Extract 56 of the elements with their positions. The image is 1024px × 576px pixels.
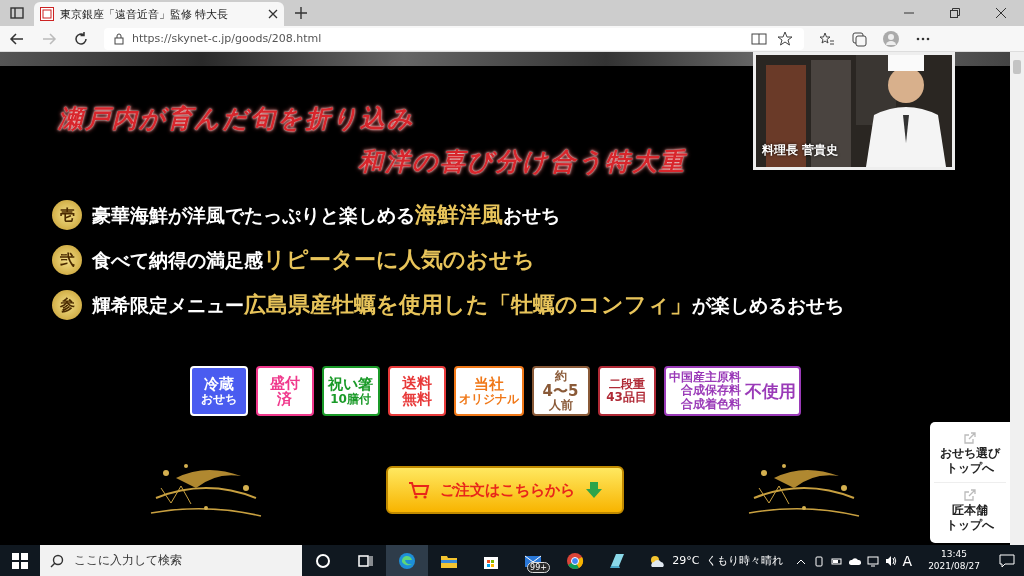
browser-tab[interactable]: 東京銀座「遠音近音」監修 特大長 [34,2,284,26]
feature-text: 豪華海鮮が洋風でたっぷりと楽しめる海鮮洋風おせち [92,200,560,229]
feature-badge: 祝い箸 10膳付 [321,366,380,416]
feature-text: 輝希限定メニュー広島県産牡蠣を使用した「牡蠣のコンフィ」が楽しめるおせち [92,290,844,319]
feature-badge: 約 4〜5 人前 [531,366,590,416]
feature-badge: 二段重 43品目 [597,366,656,416]
browser-icon[interactable] [398,551,416,570]
close-icon[interactable] [268,9,278,19]
favorites-icon[interactable] [819,30,835,47]
feature-badge: 盛付 済 [255,366,314,416]
feature-text: 食べて納得の満足感 リピーターに人気のおせち [92,245,535,274]
notification-count: 99+ [527,562,550,573]
speaker-icon[interactable] [884,554,897,567]
network-icon[interactable] [866,554,879,567]
side-link[interactable]: おせち選び トップへ [934,426,1006,483]
numeral-badge: 参 [52,290,82,320]
photo-caption: 料理長 菅貴史 [762,142,839,159]
cart-icon [407,481,430,499]
numeral-badge: 壱 [52,200,82,230]
clock[interactable]: 13:45 2021/08/27 [928,549,980,572]
down-arrow-icon [584,481,603,499]
external-link-icon [964,489,976,501]
chrome-icon[interactable] [566,551,584,570]
weather-text: くもり時々晴れ [705,553,783,568]
site-icon [40,7,54,21]
meet-icon[interactable] [812,554,825,567]
feature-badge: 冷蔵 おせち [189,366,248,416]
app-icon[interactable] [608,551,626,570]
scrollbar-thumb[interactable] [1013,60,1021,74]
close-icon[interactable] [996,8,1006,18]
collections-icon[interactable] [851,30,867,47]
tab-actions-icon[interactable] [10,7,24,19]
search-icon [50,553,64,568]
cortana-icon[interactable] [314,551,332,570]
side-link[interactable]: 匠本舗 トップへ [934,483,1006,539]
add-favorite-icon[interactable] [777,30,793,47]
headline: 瀬戸内が育んだ旬を折り込み [58,103,415,135]
numeral-badge: 弐 [52,245,82,275]
tab-title: 東京銀座「遠音近音」監修 特大長 [60,6,230,22]
input-mode-indicator[interactable]: A [902,552,913,569]
restore-icon[interactable] [950,8,960,18]
reader-view-icon[interactable] [751,30,767,47]
taskbar-search-field[interactable]: ここに入力して検索 [40,545,302,576]
external-link-icon [964,432,976,444]
notification-icon[interactable] [999,553,1015,568]
headline: 和洋の喜び分け合う特大重 [358,146,686,178]
new-tab-icon[interactable] [295,7,307,19]
temperature-text: 29°C [672,554,700,567]
back-icon[interactable] [9,30,25,47]
weather-icon [648,553,667,568]
windows-icon[interactable] [12,552,28,569]
feature-badge: 当社 オリジナル [453,366,524,416]
feature-badge: 送料 無料 [387,366,446,416]
address-field[interactable]: https://skynet-c.jp/goods/208.html [104,27,804,50]
refresh-icon[interactable] [73,30,89,47]
lock-icon [114,32,124,45]
